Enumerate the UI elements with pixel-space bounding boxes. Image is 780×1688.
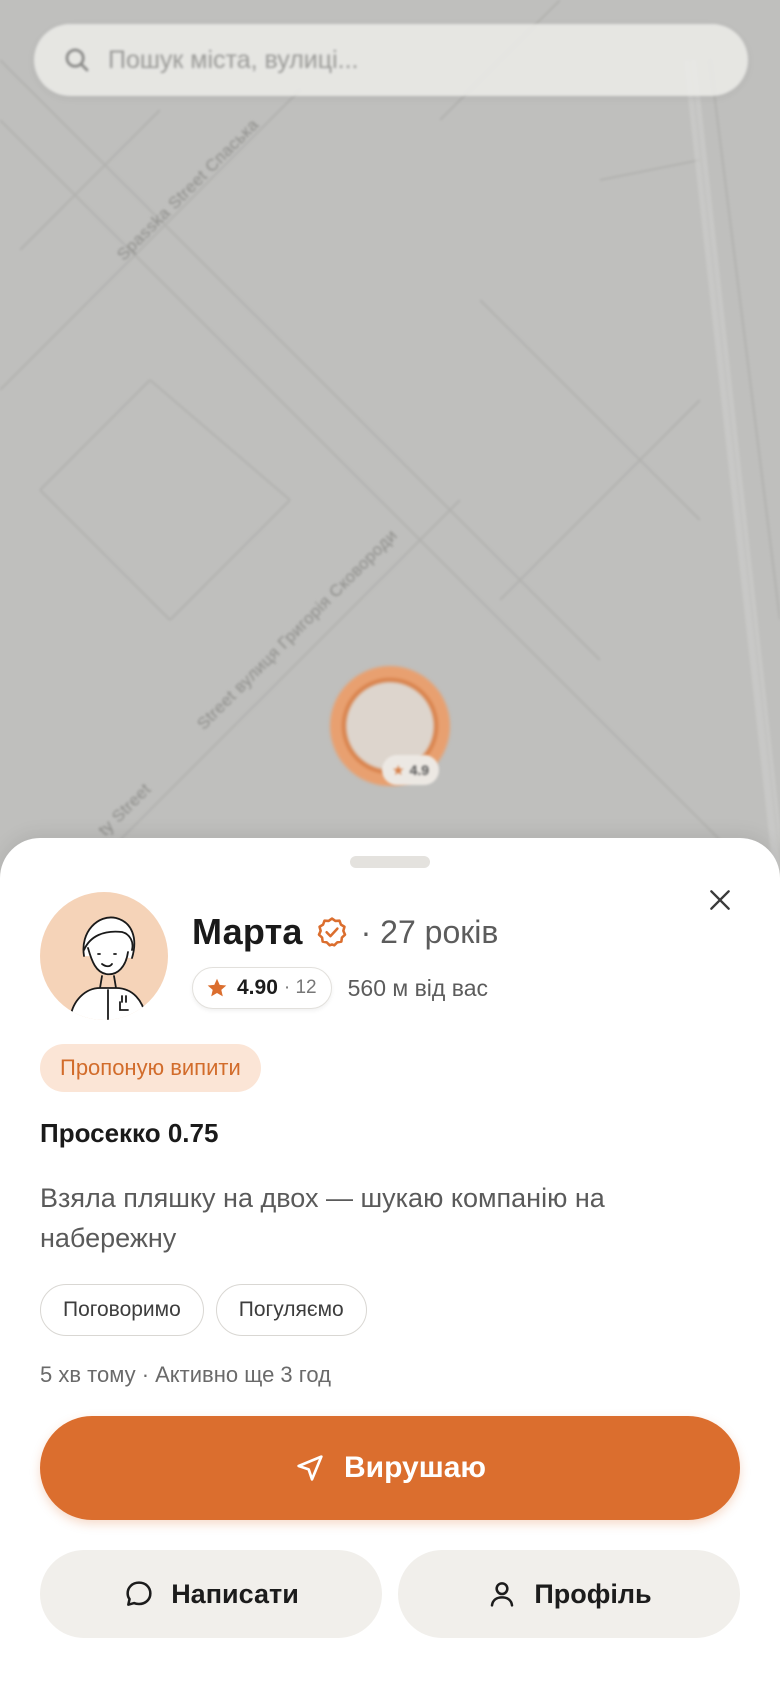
profile-header: Марта · 27 років bbox=[192, 908, 498, 956]
close-icon bbox=[710, 890, 730, 910]
pin-rating-badge: ★ 4.9 bbox=[382, 755, 440, 785]
avatar[interactable] bbox=[40, 892, 168, 1020]
search-input[interactable]: Пошук міста, вулиці... bbox=[34, 24, 748, 96]
search-icon bbox=[65, 48, 89, 72]
offer-meta: 5 хв тому · Активно ще 3 год bbox=[40, 1362, 331, 1387]
profile-age: · 27 років bbox=[360, 913, 499, 950]
tag-chip[interactable]: Поговоримо bbox=[40, 1284, 204, 1336]
tag-list: Поговоримо Погуляємо bbox=[40, 1284, 367, 1336]
rating-count: · 12 bbox=[283, 977, 317, 998]
profile-stats: 4.90 · 12 560 м від вас bbox=[192, 966, 488, 1010]
user-icon bbox=[491, 1582, 514, 1607]
go-button-label: Вирушаю bbox=[343, 1451, 487, 1484]
navigation-arrow-icon bbox=[297, 1455, 323, 1481]
message-button[interactable]: Написати bbox=[40, 1550, 382, 1638]
verified-badge-icon bbox=[317, 917, 346, 947]
star-icon: ★ bbox=[392, 761, 405, 778]
pin-rating-value: 4.9 bbox=[409, 762, 430, 778]
offer-description: Взяла пляшку на двох — шукаю компанію на… bbox=[40, 1183, 605, 1253]
search-placeholder: Пошук міста, вулиці... bbox=[108, 45, 359, 74]
star-icon bbox=[207, 978, 227, 997]
sheet-grabber[interactable] bbox=[350, 856, 430, 868]
profile-button-label: Профіль bbox=[534, 1578, 652, 1609]
avatar-illustration bbox=[69, 916, 147, 1020]
chat-bubble-icon bbox=[126, 1581, 152, 1606]
go-button[interactable]: Вирушаю bbox=[40, 1416, 740, 1520]
close-button[interactable] bbox=[700, 880, 740, 920]
rating-chip[interactable]: 4.90 · 12 bbox=[192, 967, 332, 1009]
rating-value: 4.90 bbox=[237, 976, 278, 999]
profile-bottom-sheet: Марта · 27 років 4.90 · 12 560 м від вас… bbox=[0, 838, 780, 1688]
profile-button[interactable]: Профіль bbox=[398, 1550, 740, 1638]
offer-badge-label: Пропоную випити bbox=[60, 1055, 241, 1080]
profile-name: Марта bbox=[192, 911, 303, 952]
map-view[interactable]: Spasska Street Спаська Street вулиця Гри… bbox=[0, 0, 780, 880]
distance-label: 560 м від вас bbox=[347, 974, 488, 1001]
secondary-actions: Написати Профіль bbox=[40, 1550, 740, 1638]
message-button-label: Написати bbox=[171, 1578, 299, 1609]
tag-chip[interactable]: Погуляємо bbox=[215, 1284, 367, 1336]
offer-badge: Пропоную випити bbox=[40, 1044, 261, 1092]
drink-title: Просекко 0.75 bbox=[40, 1118, 219, 1148]
